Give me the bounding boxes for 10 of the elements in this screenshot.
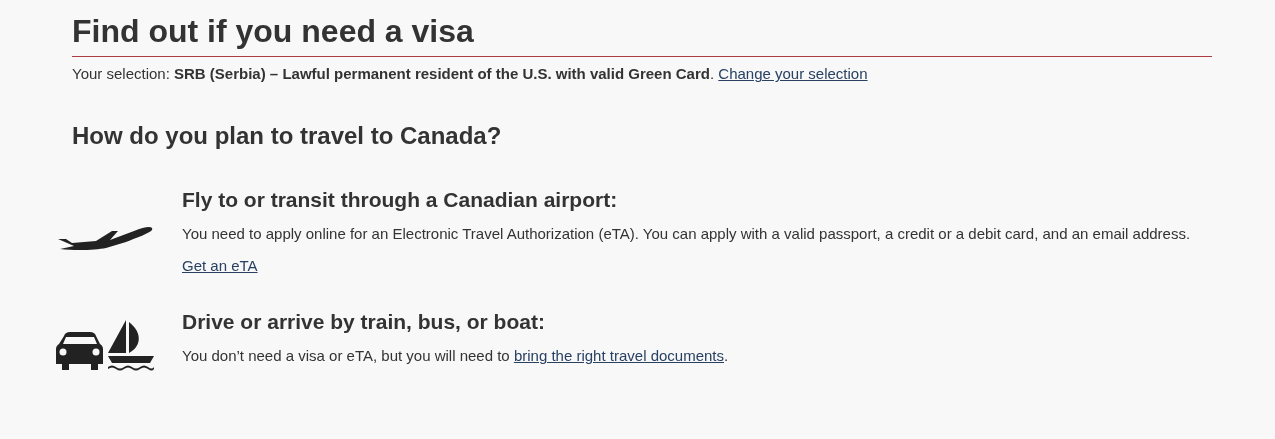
eta-link[interactable]: Get an eTA <box>182 257 258 275</box>
page-title: Find out if you need a visa <box>72 12 1212 58</box>
option-description: You need to apply online for an Electronic Travel Authorization (eTA). You can apply with a valid passport, a credit or a debit card, and an email address. <box>182 224 1192 245</box>
section-heading: How do you plan to travel to Canada? <box>72 122 503 151</box>
option-heading: Fly to or transit through a Canadian airport: <box>182 188 619 213</box>
option-description: You don’t need a visa or eTA, but you will need to bring the right travel documents. <box>182 346 730 367</box>
documents-link[interactable]: bring the right travel documents <box>513 347 724 365</box>
change-selection-link[interactable]: Change your selection <box>718 65 868 83</box>
selection-text: Your selection: SRB (Serbia) – Lawful permanent resident of the U.S. with valid Green Card. Change your selection <box>72 65 869 83</box>
option-heading: Drive or arrive by train, bus, or boat: <box>182 310 546 335</box>
